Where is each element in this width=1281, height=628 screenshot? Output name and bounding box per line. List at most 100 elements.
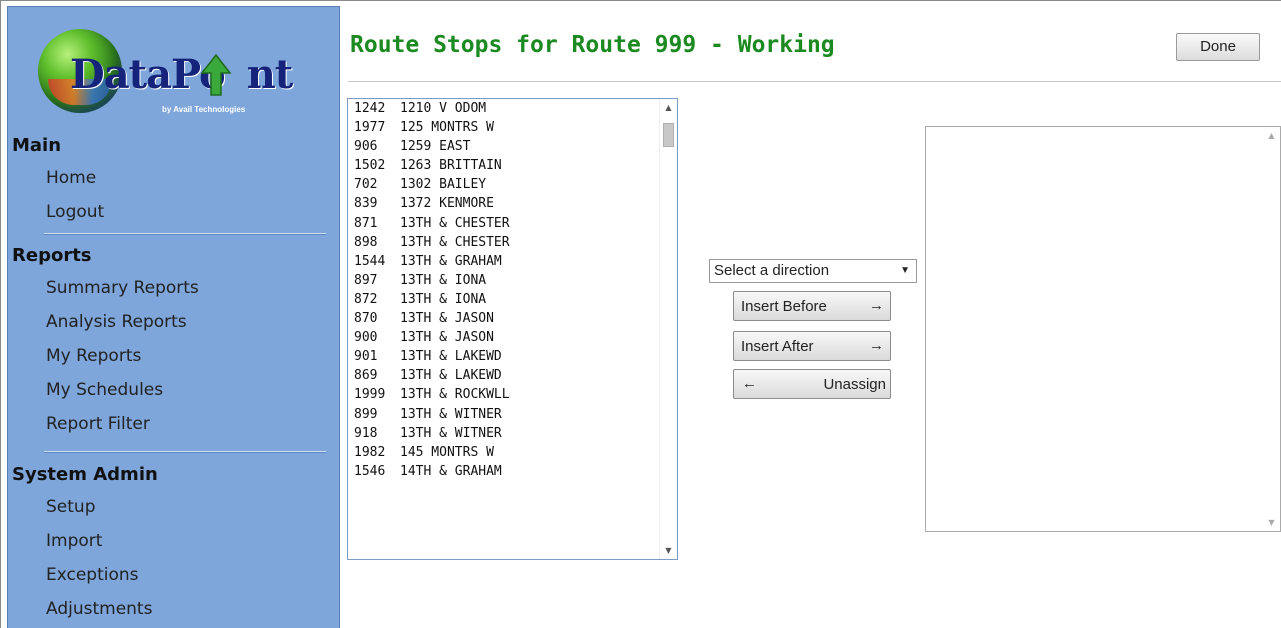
stop-id: 1544 <box>354 253 386 269</box>
stop-list-item[interactable]: 869 13TH & LAKEWD <box>348 366 677 385</box>
stop-name: 1302 BAILEY <box>400 177 487 193</box>
chevron-down-icon: ▼ <box>900 265 910 276</box>
insert-after-button[interactable]: Insert After → <box>733 331 891 361</box>
page-title: Route Stops for Route 999 - Working <box>350 32 835 58</box>
stop-list-item[interactable]: 871 13TH & CHESTER <box>348 214 677 233</box>
logo-subtitle: by Avail Technologies <box>162 105 246 114</box>
stop-list-item[interactable]: 1544 13TH & GRAHAM <box>348 252 677 271</box>
stop-list-item[interactable]: 1242 1210 V ODOM <box>348 99 677 118</box>
stop-list-item[interactable]: 900 13TH & JASON <box>348 328 677 347</box>
scroll-up-arrow-icon[interactable]: ▲ <box>1263 127 1280 144</box>
stop-id: 839 <box>354 196 378 212</box>
arrow-right-icon: → <box>869 337 884 354</box>
nav-item-my-reports[interactable]: My Reports <box>8 339 339 373</box>
nav-item-summary-reports[interactable]: Summary Reports <box>8 271 339 305</box>
direction-select-value: Select a direction <box>714 262 830 279</box>
stop-name: 1259 EAST <box>400 139 471 155</box>
scroll-down-arrow-icon[interactable]: ▼ <box>660 542 677 559</box>
scroll-up-arrow-icon[interactable]: ▲ <box>660 99 677 116</box>
stop-list-item[interactable]: 1999 13TH & ROCKWLL <box>348 385 677 404</box>
stop-id: 897 <box>354 272 378 288</box>
stop-name: 13TH & LAKEWD <box>400 368 502 384</box>
stop-id: 1977 <box>354 120 386 136</box>
stop-name: 13TH & IONA <box>400 272 487 288</box>
stop-list-item[interactable]: 899 13TH & WITNER <box>348 405 677 424</box>
stop-list-item[interactable]: 1502 1263 BRITTAIN <box>348 156 677 175</box>
done-button[interactable]: Done <box>1176 33 1260 61</box>
nav-heading-main: Main <box>12 135 62 156</box>
stop-name: 145 MONTRS W <box>400 444 494 460</box>
stop-id: 870 <box>354 311 378 327</box>
stop-id: 702 <box>354 177 378 193</box>
nav-item-analysis-reports[interactable]: Analysis Reports <box>8 305 339 339</box>
stop-name: 13TH & JASON <box>400 311 494 327</box>
nav-heading-reports: Reports <box>12 245 92 266</box>
stop-rows: 1242 1210 V ODOM 1977 125 MONTRS W 906 1259 E… <box>348 99 677 481</box>
unassign-button[interactable]: ← Unassign <box>733 369 891 399</box>
scroll-thumb[interactable] <box>663 123 674 147</box>
stop-id: 872 <box>354 291 378 307</box>
insert-before-button[interactable]: Insert Before → <box>733 291 891 321</box>
stop-list-item[interactable]: 906 1259 EAST <box>348 137 677 156</box>
stop-name: 13TH & WITNER <box>400 425 502 441</box>
stop-list-item[interactable]: 898 13TH & CHESTER <box>348 233 677 252</box>
stop-list-item[interactable]: 1977 125 MONTRS W <box>348 118 677 137</box>
stop-id: 901 <box>354 349 378 365</box>
stop-name: 13TH & WITNER <box>400 406 502 422</box>
stop-id: 1546 <box>354 463 386 479</box>
stop-list-item[interactable]: 901 13TH & LAKEWD <box>348 347 677 366</box>
stop-id: 871 <box>354 215 378 231</box>
scroll-down-arrow-icon[interactable]: ▼ <box>1263 514 1280 531</box>
stop-name: 13TH & GRAHAM <box>400 253 502 269</box>
stop-id: 1242 <box>354 101 386 116</box>
datapoint-logo: DataPo nt by Avail Technologies <box>36 25 296 121</box>
title-divider <box>348 81 1281 82</box>
nav-item-exceptions[interactable]: Exceptions <box>8 558 339 592</box>
stop-id: 1982 <box>354 444 386 460</box>
stop-id: 906 <box>354 139 378 155</box>
stop-name: 14TH & GRAHAM <box>400 463 502 479</box>
available-stops-listbox[interactable]: 1242 1210 V ODOM 1977 125 MONTRS W 906 1259 E… <box>347 98 678 560</box>
stop-id: 900 <box>354 330 378 346</box>
unassign-label: Unassign <box>823 376 886 393</box>
arrow-right-icon: → <box>869 297 884 314</box>
stop-list-item[interactable]: 1982 145 MONTRS W <box>348 443 677 462</box>
stop-name: 13TH & CHESTER <box>400 234 510 250</box>
stop-name: 125 MONTRS W <box>400 120 494 136</box>
nav-item-report-filter[interactable]: Report Filter <box>8 407 339 441</box>
logo-up-arrow-icon <box>200 53 232 96</box>
nav-item-my-schedules[interactable]: My Schedules <box>8 373 339 407</box>
nav-group-reports: Reports Summary Reports Analysis Reports… <box>8 241 339 441</box>
stop-name: 13TH & JASON <box>400 330 494 346</box>
stop-name: 13TH & ROCKWLL <box>400 387 510 403</box>
stop-list-item[interactable]: 839 1372 KENMORE <box>348 194 677 213</box>
stop-list-item[interactable]: 872 13TH & IONA <box>348 290 677 309</box>
nav-divider <box>44 233 326 235</box>
nav-item-home[interactable]: Home <box>8 161 339 195</box>
nav-group-main: Main Home Logout <box>8 131 339 229</box>
assigned-stops-listbox[interactable]: ▲ ▼ <box>925 126 1281 532</box>
stop-list-item[interactable]: 918 13TH & WITNER <box>348 424 677 443</box>
stop-name: 13TH & LAKEWD <box>400 349 502 365</box>
nav-item-import[interactable]: Import <box>8 524 339 558</box>
direction-select[interactable]: Select a direction ▼ <box>709 259 917 283</box>
insert-after-label: Insert After <box>741 338 814 355</box>
nav-heading-system-admin: System Admin <box>12 464 158 485</box>
nav-divider <box>44 451 326 453</box>
nav-item-setup[interactable]: Setup <box>8 490 339 524</box>
stop-id: 1999 <box>354 387 386 403</box>
stop-list-item[interactable]: 702 1302 BAILEY <box>348 175 677 194</box>
nav-item-logout[interactable]: Logout <box>8 195 339 229</box>
stop-id: 1502 <box>354 158 386 174</box>
stops-scrollbar[interactable]: ▲ ▼ <box>659 99 677 559</box>
stop-id: 898 <box>354 234 378 250</box>
stop-id: 918 <box>354 425 378 441</box>
stop-name: 1372 KENMORE <box>400 196 494 212</box>
stop-list-item[interactable]: 1546 14TH & GRAHAM <box>348 462 677 481</box>
assigned-scrollbar[interactable]: ▲ ▼ <box>1263 127 1280 531</box>
stop-list-item[interactable]: 870 13TH & JASON <box>348 309 677 328</box>
stop-list-item[interactable]: 897 13TH & IONA <box>348 271 677 290</box>
nav-item-adjustments[interactable]: Adjustments <box>8 592 339 626</box>
stop-id: 869 <box>354 368 378 384</box>
stop-name: 13TH & IONA <box>400 291 487 307</box>
